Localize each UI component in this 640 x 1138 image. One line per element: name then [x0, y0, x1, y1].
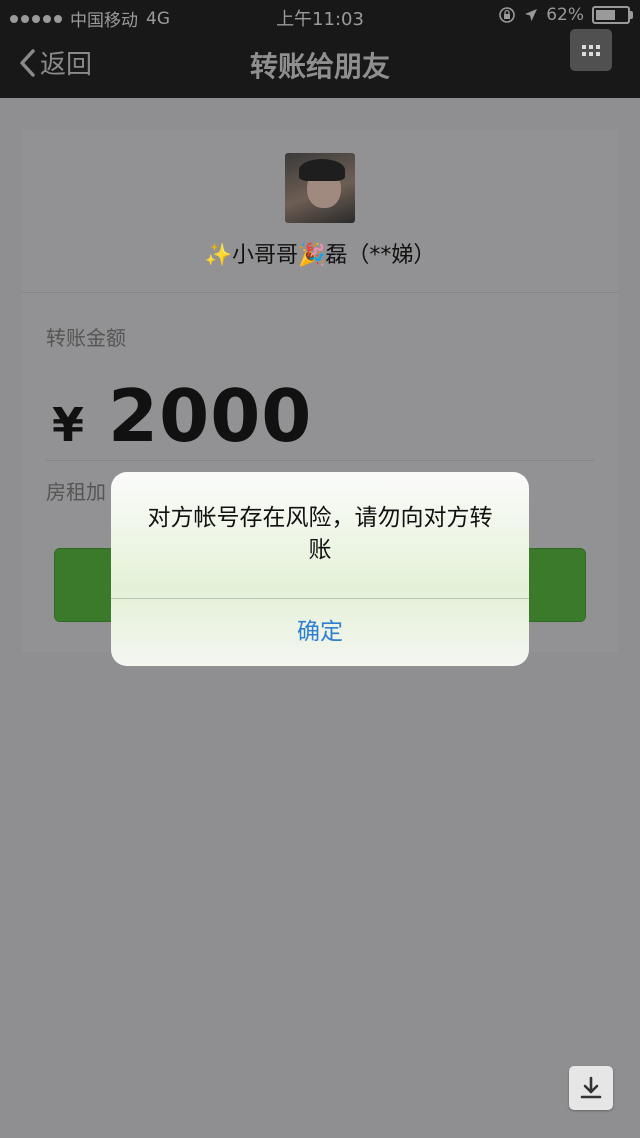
grid-icon — [582, 44, 600, 56]
amount-label: 转账金额 — [46, 326, 126, 350]
battery-icon — [592, 6, 633, 24]
status-bar: 中国移动 4G 上午11:03 62% — [0, 0, 640, 32]
amount-value: 2000 — [108, 374, 313, 458]
more-menu-button[interactable] — [570, 29, 612, 71]
currency-symbol: ¥ — [52, 398, 85, 452]
download-button[interactable] — [569, 1066, 613, 1110]
confirm-button[interactable]: 确定 — [111, 599, 529, 666]
page-title: 转账给朋友 — [249, 50, 390, 83]
battery-percent: 62% — [546, 5, 584, 25]
avatar — [285, 153, 355, 223]
risk-alert-dialog: 对方帐号存在风险，请勿向对方转账 确定 — [111, 472, 529, 666]
nav-bar: 返回 转账给朋友 — [0, 29, 640, 98]
download-icon — [580, 1076, 602, 1099]
amount-field[interactable]: ¥ 2000 — [52, 374, 312, 458]
divider — [46, 460, 594, 461]
alert-message: 对方帐号存在风险，请勿向对方转账 — [147, 505, 493, 563]
payee-name: ✨小哥哥🎉磊（**娣） — [204, 243, 436, 268]
divider — [22, 292, 618, 293]
location-icon — [525, 9, 538, 21]
top-bar: 中国移动 4G 上午11:03 62% 返回 转账给朋友 — [0, 0, 640, 98]
orientation-lock-icon — [499, 7, 516, 23]
remark-field[interactable]: 房租加 — [46, 476, 106, 505]
